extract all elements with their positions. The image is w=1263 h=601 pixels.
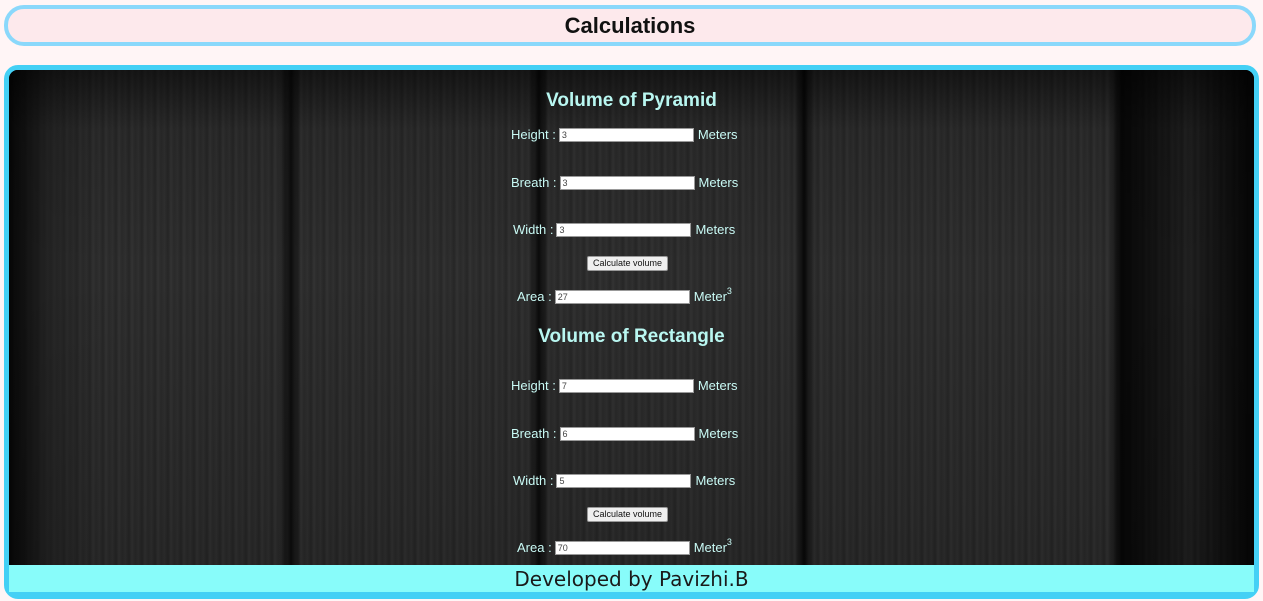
- rectangle-height-row: Height : Meters: [511, 378, 738, 393]
- pyramid-area-unit-exp: 3: [726, 286, 732, 296]
- calculator-content: Volume of Pyramid Height : Meters Breath…: [9, 70, 1254, 594]
- rectangle-calculate-button[interactable]: Calculate volume: [587, 507, 669, 522]
- rectangle-width-row: Width : Meters: [513, 473, 735, 488]
- pyramid-calculate-button[interactable]: Calculate volume: [587, 256, 669, 271]
- rectangle-height-label: Height :: [511, 378, 556, 393]
- rectangle-title: Volume of Rectangle: [538, 326, 725, 347]
- pyramid-width-label: Width :: [513, 222, 554, 237]
- rectangle-area-unit-exp: 3: [726, 537, 732, 547]
- header-bar: Calculations: [4, 5, 1256, 46]
- pyramid-height-label: Height :: [511, 127, 556, 142]
- pyramid-breath-input[interactable]: [559, 175, 695, 190]
- page: Calculations Volume of Pyramid Height : …: [0, 0, 1263, 601]
- rectangle-height-input[interactable]: [558, 378, 694, 393]
- rectangle-area-label: Area :: [517, 540, 552, 555]
- pyramid-width-row: Width : Meters: [513, 222, 735, 237]
- pyramid-height-row: Height : Meters: [511, 127, 738, 142]
- pyramid-height-unit: Meters: [697, 127, 738, 142]
- rectangle-area-unit-text: Meter: [693, 540, 727, 555]
- pyramid-width-input[interactable]: [556, 222, 692, 237]
- rectangle-width-unit: Meters: [695, 473, 736, 488]
- rectangle-height-unit: Meters: [697, 378, 738, 393]
- pyramid-height-input[interactable]: [558, 127, 694, 142]
- pyramid-breath-label: Breath :: [511, 175, 557, 190]
- pyramid-breath-row: Breath : Meters: [511, 175, 738, 190]
- pyramid-width-unit: Meters: [695, 222, 736, 237]
- pyramid-area-unit: Meter3: [693, 286, 732, 304]
- rectangle-width-label: Width :: [513, 473, 554, 488]
- rectangle-area-unit: Meter3: [693, 537, 732, 555]
- pyramid-title: Volume of Pyramid: [546, 90, 717, 111]
- pyramid-area-output[interactable]: [554, 289, 690, 304]
- rectangle-breath-label: Breath :: [511, 426, 557, 441]
- rectangle-area-row: Area : Meter3: [517, 537, 732, 555]
- rectangle-breath-row: Breath : Meters: [511, 426, 738, 441]
- page-title: Calculations: [564, 12, 696, 38]
- pyramid-area-row: Area : Meter3: [517, 286, 732, 304]
- main-panel: Volume of Pyramid Height : Meters Breath…: [4, 65, 1259, 599]
- rectangle-width-input[interactable]: [556, 473, 692, 488]
- footer-credit: Developed by Pavizhi.B: [514, 566, 749, 591]
- rectangle-breath-unit: Meters: [698, 426, 739, 441]
- rectangle-area-output[interactable]: [554, 540, 690, 555]
- footer-bar: Developed by Pavizhi.B: [9, 565, 1254, 595]
- pyramid-breath-unit: Meters: [698, 175, 739, 190]
- pyramid-area-unit-text: Meter: [693, 289, 727, 304]
- rectangle-breath-input[interactable]: [559, 426, 695, 441]
- pyramid-area-label: Area :: [517, 289, 552, 304]
